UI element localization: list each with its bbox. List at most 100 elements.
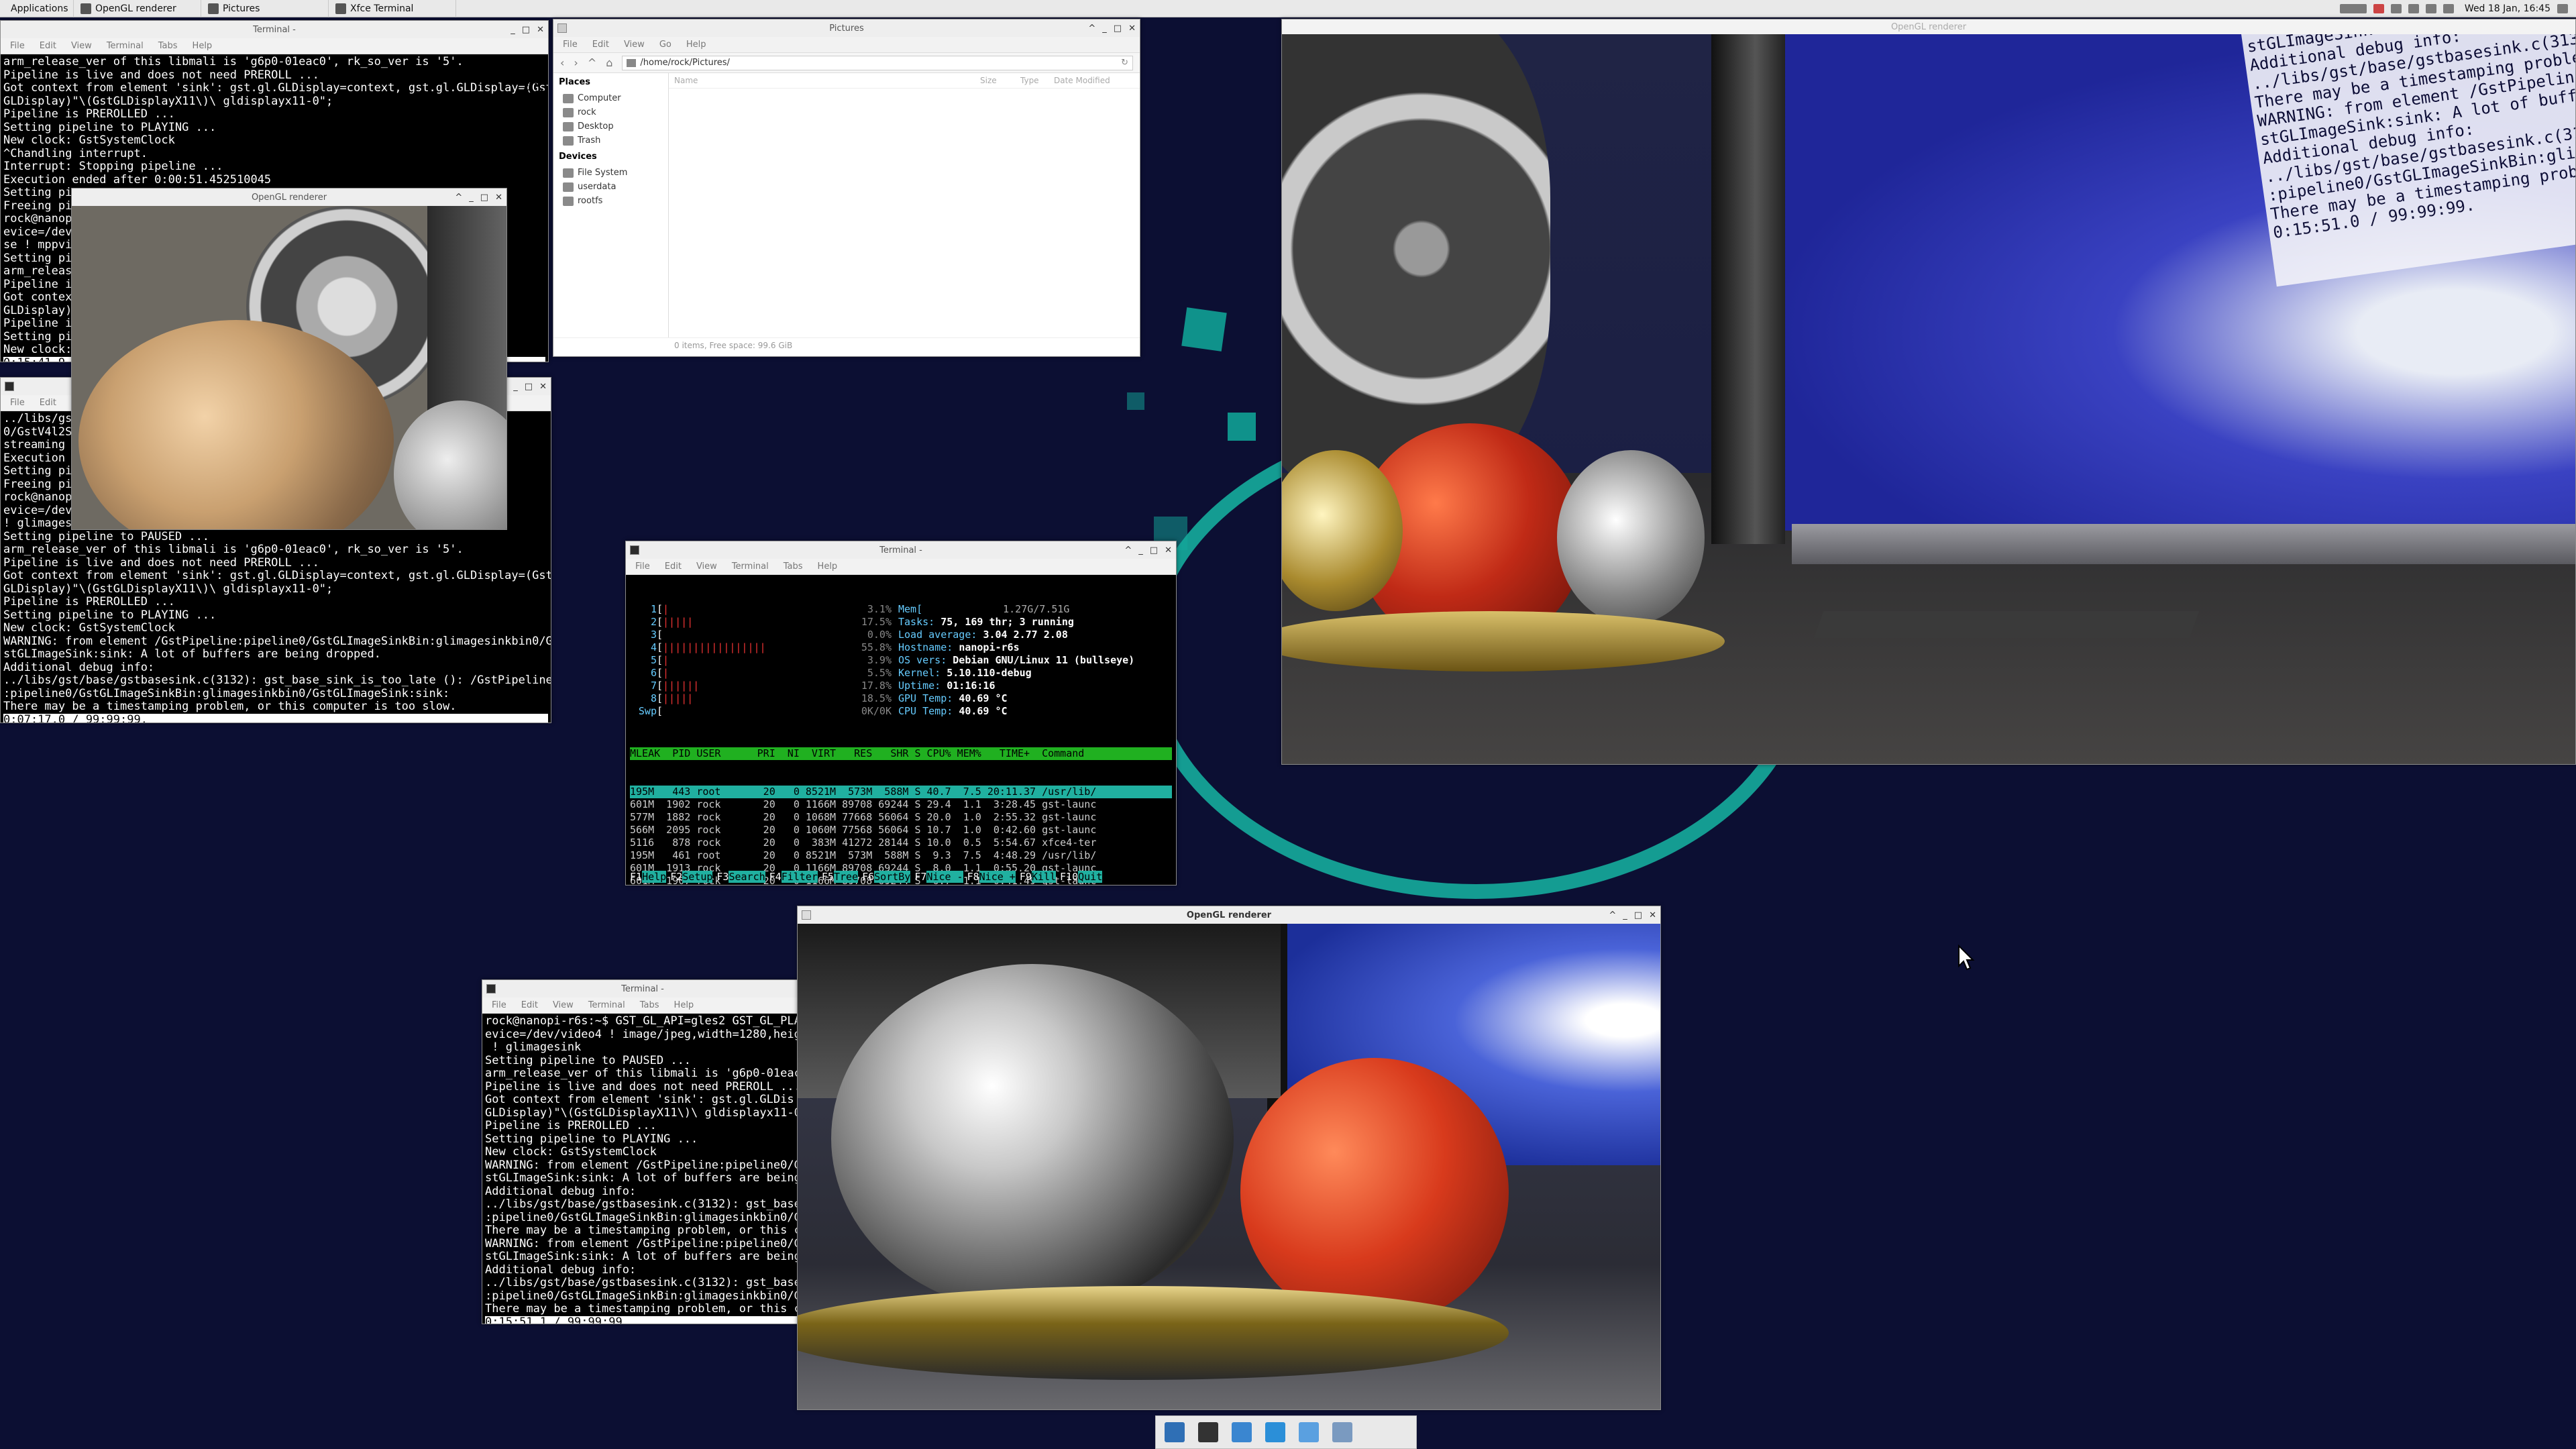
- back-icon[interactable]: ‹: [560, 56, 564, 69]
- menu-item[interactable]: File: [492, 1000, 506, 1010]
- file-list[interactable]: Name Size Type Date Modified: [669, 73, 1140, 337]
- desktop-launcher[interactable]: [1161, 1419, 1188, 1446]
- maximize-icon[interactable]: □: [1114, 23, 1122, 34]
- minimize-icon[interactable]: ^: [455, 193, 462, 203]
- function-key[interactable]: F1Help: [630, 871, 667, 883]
- menu-item[interactable]: Edit: [521, 1000, 538, 1010]
- process-row[interactable]: 195M 461 root 20 0 8521M 573M 588M S 9.3…: [630, 849, 1172, 862]
- up-icon[interactable]: ^: [588, 56, 596, 69]
- network-icon[interactable]: [2390, 3, 2402, 13]
- title-bar[interactable]: Terminal -: [482, 980, 803, 998]
- menu-item[interactable]: File: [635, 561, 650, 572]
- menu-item[interactable]: Tabs: [784, 561, 803, 572]
- minimize-icon[interactable]: _: [1623, 910, 1627, 920]
- close-icon[interactable]: ✕: [1649, 910, 1656, 920]
- process-row[interactable]: 5116 878 rock 20 0 383M 41272 28144 S 10…: [630, 837, 1172, 849]
- sidebar-item-computer[interactable]: Computer: [559, 91, 663, 105]
- menu-item[interactable]: Help: [193, 41, 213, 51]
- close-icon[interactable]: ✕: [1165, 545, 1172, 555]
- menu-item[interactable]: Edit: [665, 561, 682, 572]
- user-icon[interactable]: [2557, 3, 2568, 13]
- function-key[interactable]: F7Nice -: [914, 871, 963, 883]
- forward-icon[interactable]: ›: [574, 56, 578, 69]
- process-row[interactable]: 195M 443 root 20 0 8521M 573M 588M S 40.…: [630, 786, 1172, 798]
- camera-video-feed[interactable]: [798, 924, 1660, 1409]
- maximize-icon[interactable]: □: [1150, 545, 1158, 555]
- menu-item[interactable]: Help: [686, 40, 706, 50]
- column-date-modified[interactable]: Date Modified: [1054, 76, 1134, 85]
- menu-item[interactable]: Edit: [40, 398, 56, 408]
- menu-item[interactable]: View: [696, 561, 717, 572]
- screenshot-icon[interactable]: [2373, 3, 2384, 13]
- menu-item[interactable]: Terminal: [588, 1000, 625, 1010]
- menu-item[interactable]: Edit: [592, 40, 609, 50]
- camera-video-feed[interactable]: [72, 206, 506, 529]
- clock[interactable]: Wed 18 Jan, 16:45: [2465, 3, 2551, 14]
- menu-item[interactable]: File: [10, 41, 25, 51]
- sidebar-item-desktop[interactable]: Desktop: [559, 119, 663, 133]
- minimize-icon[interactable]: ^: [1609, 910, 1616, 920]
- search-launcher[interactable]: [1295, 1419, 1322, 1446]
- maximize-icon[interactable]: □: [525, 382, 533, 392]
- folder-launcher[interactable]: [1329, 1419, 1356, 1446]
- minimize-icon[interactable]: _: [511, 25, 515, 35]
- process-row[interactable]: 577M 1882 rock 20 0 1068M 77668 56064 S …: [630, 811, 1172, 824]
- menu-item[interactable]: Go: [659, 40, 672, 50]
- title-bar[interactable]: Terminal - _ □ ✕: [1, 21, 548, 38]
- taskbar-button[interactable]: Xfce Terminal: [329, 0, 456, 17]
- menu-item[interactable]: Terminal: [107, 41, 144, 51]
- menu-item[interactable]: Tabs: [158, 41, 178, 51]
- title-bar[interactable]: Pictures ^ _ □ ✕: [553, 19, 1140, 37]
- title-bar[interactable]: OpenGL renderer ^ _ □ ✕: [72, 189, 506, 206]
- camera-video-feed[interactable]: stGLImageSink:sink: A lot of buffers are…: [1282, 34, 2575, 764]
- function-key[interactable]: F2Setup: [670, 871, 713, 883]
- maximize-icon[interactable]: □: [1634, 910, 1642, 920]
- sidebar-item-trash[interactable]: Trash: [559, 133, 663, 148]
- function-key[interactable]: F6SortBy: [862, 871, 911, 883]
- function-key[interactable]: F5Tree: [822, 871, 859, 883]
- workspace-switcher-icon[interactable]: [2339, 3, 2367, 13]
- sidebar-item-rock[interactable]: rock: [559, 105, 663, 119]
- menu-item[interactable]: View: [553, 1000, 574, 1010]
- maximize-icon[interactable]: □: [522, 25, 530, 35]
- close-icon[interactable]: ✕: [495, 193, 502, 203]
- minimize-icon[interactable]: ^: [1088, 23, 1095, 34]
- path-bar[interactable]: /home/rock/Pictures/ ↻: [622, 55, 1133, 70]
- close-icon[interactable]: ✕: [537, 25, 544, 35]
- menu-item[interactable]: Terminal: [732, 561, 769, 572]
- menu-item[interactable]: View: [71, 41, 92, 51]
- menu-item[interactable]: File: [563, 40, 578, 50]
- close-icon[interactable]: ✕: [539, 382, 547, 392]
- minimize-icon[interactable]: _: [469, 193, 474, 203]
- bluetooth-icon[interactable]: [2425, 3, 2436, 13]
- process-row[interactable]: 601M 1902 rock 20 0 1166M 89708 69244 S …: [630, 798, 1172, 811]
- function-key[interactable]: F10Quit: [1060, 871, 1103, 883]
- terminal-output[interactable]: rock@nanopi-r6s:~$ GST_GL_API=gles2 GST_…: [482, 1014, 803, 1324]
- notification-icon[interactable]: [2443, 3, 2454, 13]
- minimize-icon[interactable]: _: [513, 382, 518, 392]
- minimize-icon[interactable]: _: [1138, 545, 1143, 555]
- column-name[interactable]: Name: [674, 76, 980, 85]
- home-icon[interactable]: ⌂: [606, 56, 612, 69]
- column-size[interactable]: Size: [980, 76, 1020, 85]
- menu-item[interactable]: View: [624, 40, 645, 50]
- minimize-icon[interactable]: _: [1102, 23, 1107, 34]
- minimize-icon[interactable]: ^: [1124, 545, 1132, 555]
- title-bar[interactable]: Terminal - ^ _ □ ✕: [626, 541, 1176, 559]
- function-key[interactable]: F9Kill: [1020, 871, 1057, 883]
- close-icon[interactable]: ✕: [1128, 23, 1136, 34]
- menu-item[interactable]: Help: [674, 1000, 694, 1010]
- function-key[interactable]: F3Search: [716, 871, 765, 883]
- menu-item[interactable]: File: [10, 398, 25, 408]
- function-key[interactable]: F4Filter: [769, 871, 818, 883]
- reload-icon[interactable]: ↻: [1121, 58, 1128, 68]
- browser-launcher[interactable]: [1262, 1419, 1289, 1446]
- sidebar-item-file-system[interactable]: File System: [559, 166, 663, 180]
- taskbar-button[interactable]: OpenGL renderer: [74, 0, 201, 17]
- htop-view[interactable]: 1[| 3.1% 2[||||| 17.5% 3[0.0% 4[|||||||||||||…: [626, 575, 1176, 885]
- taskbar-button[interactable]: Pictures: [201, 0, 329, 17]
- sidebar-item-userdata[interactable]: userdata: [559, 180, 663, 194]
- process-row[interactable]: 566M 2095 rock 20 0 1060M 77568 56064 S …: [630, 824, 1172, 837]
- maximize-icon[interactable]: □: [480, 193, 488, 203]
- terminal-launcher[interactable]: [1195, 1419, 1222, 1446]
